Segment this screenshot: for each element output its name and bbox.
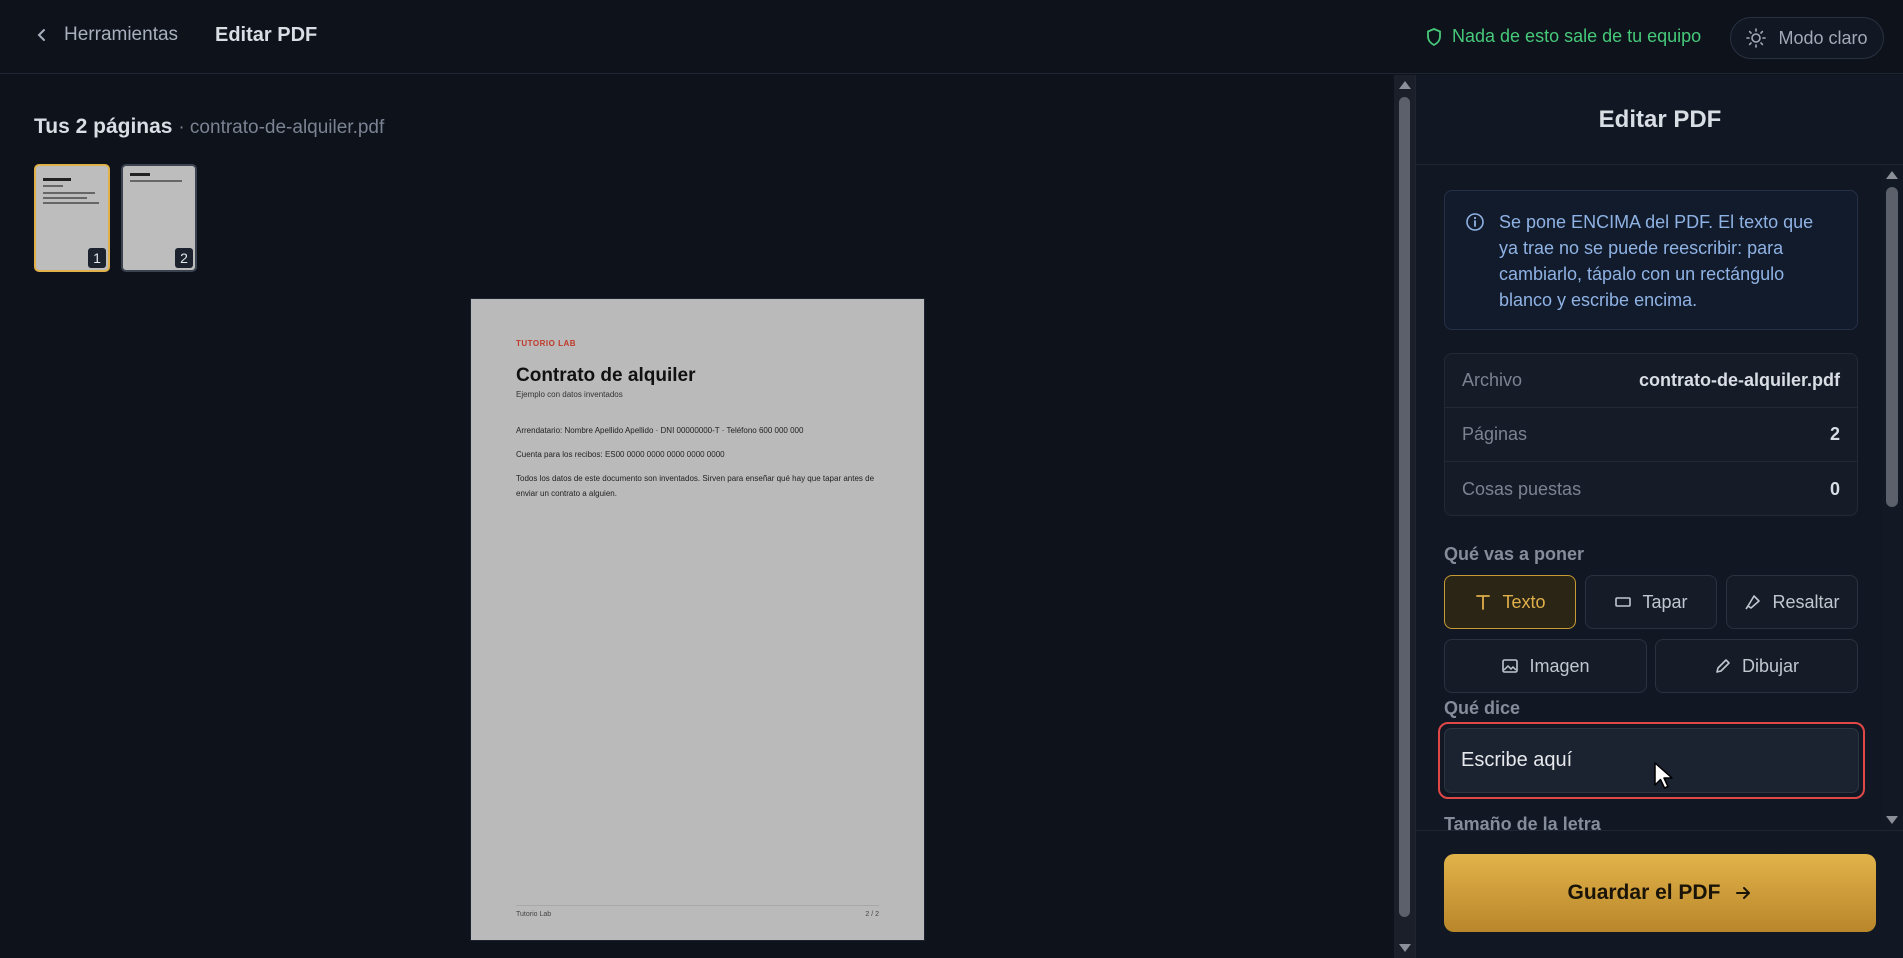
doc-brand: TUTORIO LAB — [516, 339, 577, 348]
page-title: Editar PDF — [215, 24, 318, 46]
panel-scrollbar[interactable] — [1882, 165, 1902, 830]
pages-count: Tus 2 páginas — [34, 115, 173, 138]
info-icon — [1466, 213, 1484, 231]
scroll-up-arrow-icon[interactable] — [1399, 81, 1411, 89]
pdf-page-canvas[interactable]: TUTORIO LAB Contrato de alquiler Ejemplo… — [471, 299, 924, 940]
main-scrollbar[interactable] — [1394, 75, 1415, 958]
stat-value: contrato-de-alquiler.pdf — [1638, 370, 1840, 390]
save-pdf-label: Guardar el PDF — [1567, 881, 1721, 904]
scrollbar-thumb[interactable] — [1886, 187, 1898, 507]
stat-row-file: Archivo contrato-de-alquiler.pdf — [1445, 354, 1857, 408]
info-box: Se pone ENCIMA del PDF. El texto que ya … — [1444, 190, 1858, 330]
stat-key: Cosas puestas — [1462, 478, 1582, 499]
privacy-text: Nada de esto sale de tu equipo — [1452, 26, 1702, 46]
info-text: Se pone ENCIMA del PDF. El texto que ya … — [1499, 212, 1814, 310]
back-link-label: Herramientas — [64, 24, 179, 45]
file-stats: Archivo contrato-de-alquiler.pdf Páginas… — [1444, 353, 1858, 516]
page-thumbnail-1[interactable]: 1 — [34, 164, 110, 272]
doc-line-note: Todos los datos de este documento son in… — [516, 474, 875, 498]
doc-title: Contrato de alquiler — [516, 365, 696, 386]
doc-line-account: Cuenta para los recibos: ES00 0000 0000 … — [516, 450, 725, 459]
arrow-right-icon — [1736, 887, 1751, 899]
pages-area: Tus 2 páginas · contrato-de-alquiler.pdf… — [0, 75, 1393, 958]
pencil-icon — [1716, 659, 1730, 673]
thumb-line — [130, 180, 182, 182]
save-pdf-button[interactable]: Guardar el PDF — [1444, 854, 1876, 932]
tool-highlight-label: Resaltar — [1772, 591, 1840, 612]
doc-subtitle: Ejemplo con datos inventados — [516, 390, 623, 399]
doc-footer-rule — [516, 905, 879, 906]
text-icon — [1476, 595, 1491, 610]
tool-text-label: Texto — [1502, 591, 1546, 612]
stat-row-items: Cosas puestas 0 — [1445, 462, 1857, 516]
pages-heading: Tus 2 páginas · contrato-de-alquiler.pdf — [34, 115, 384, 139]
tool-draw-button[interactable]: Dibujar — [1655, 639, 1858, 693]
doc-footer-left: Tutorio Lab — [516, 911, 552, 918]
theme-toggle-button[interactable]: Modo claro — [1730, 17, 1884, 59]
text-content-input[interactable] — [1444, 728, 1859, 793]
tool-draw-label: Dibujar — [1741, 655, 1800, 676]
pages-filename: · contrato-de-alquiler.pdf — [178, 117, 385, 138]
scroll-down-arrow-icon[interactable] — [1399, 944, 1411, 952]
stat-row-pages: Páginas 2 — [1445, 408, 1857, 462]
sun-icon — [1746, 28, 1767, 48]
tool-text-button[interactable]: Texto — [1444, 575, 1576, 629]
shield-icon — [1427, 27, 1441, 46]
scrollbar-thumb[interactable] — [1399, 97, 1410, 917]
thumb-line — [43, 197, 87, 199]
thumb-line — [130, 173, 150, 176]
thumb-number: 1 — [88, 248, 106, 268]
doc-footer-right: 2 / 2 — [865, 911, 879, 918]
panel-footer: Guardar el PDF — [1416, 830, 1903, 958]
stat-key: Páginas — [1462, 424, 1528, 444]
text-input-label: Qué dice — [1444, 698, 1521, 718]
thumb-line — [43, 192, 95, 194]
mouse-pointer-icon — [1654, 762, 1673, 789]
thumb-line — [43, 185, 63, 187]
privacy-notice: Nada de esto sale de tu equipo — [1426, 26, 1701, 47]
theme-toggle-label: Modo claro — [1778, 27, 1868, 48]
back-link[interactable]: Herramientas — [34, 24, 178, 46]
text-input-focus-ring — [1438, 722, 1865, 799]
thumb-line — [43, 202, 99, 204]
scroll-down-arrow-icon[interactable] — [1886, 816, 1898, 824]
stat-value: 2 — [1829, 424, 1840, 444]
edit-panel: Editar PDF Se pone ENCIMA del PDF. El te… — [1415, 75, 1903, 958]
tool-section-label: Qué vas a poner — [1444, 544, 1585, 564]
thumb-line — [43, 178, 71, 181]
tool-highlight-button[interactable]: Resaltar — [1726, 575, 1858, 629]
highlighter-icon — [1745, 595, 1761, 610]
scroll-up-arrow-icon[interactable] — [1886, 171, 1898, 179]
chevron-left-icon — [37, 29, 45, 41]
doc-line-tenant: Arrendatario: Nombre Apellido Apellido ·… — [516, 426, 804, 435]
tool-image-label: Imagen — [1529, 655, 1590, 676]
panel-title: Editar PDF — [1416, 75, 1903, 165]
top-bar: Herramientas Editar PDF Nada de esto sal… — [0, 0, 1903, 74]
stat-key: Archivo — [1462, 370, 1523, 390]
image-icon — [1502, 659, 1519, 673]
tool-cover-label: Tapar — [1642, 591, 1688, 612]
page-thumbnail-2[interactable]: 2 — [121, 164, 197, 272]
stat-value: 0 — [1829, 478, 1840, 499]
tool-image-button[interactable]: Imagen — [1444, 639, 1647, 693]
rectangle-icon — [1615, 597, 1632, 607]
tool-cover-button[interactable]: Tapar — [1585, 575, 1717, 629]
thumb-number: 2 — [175, 248, 193, 268]
